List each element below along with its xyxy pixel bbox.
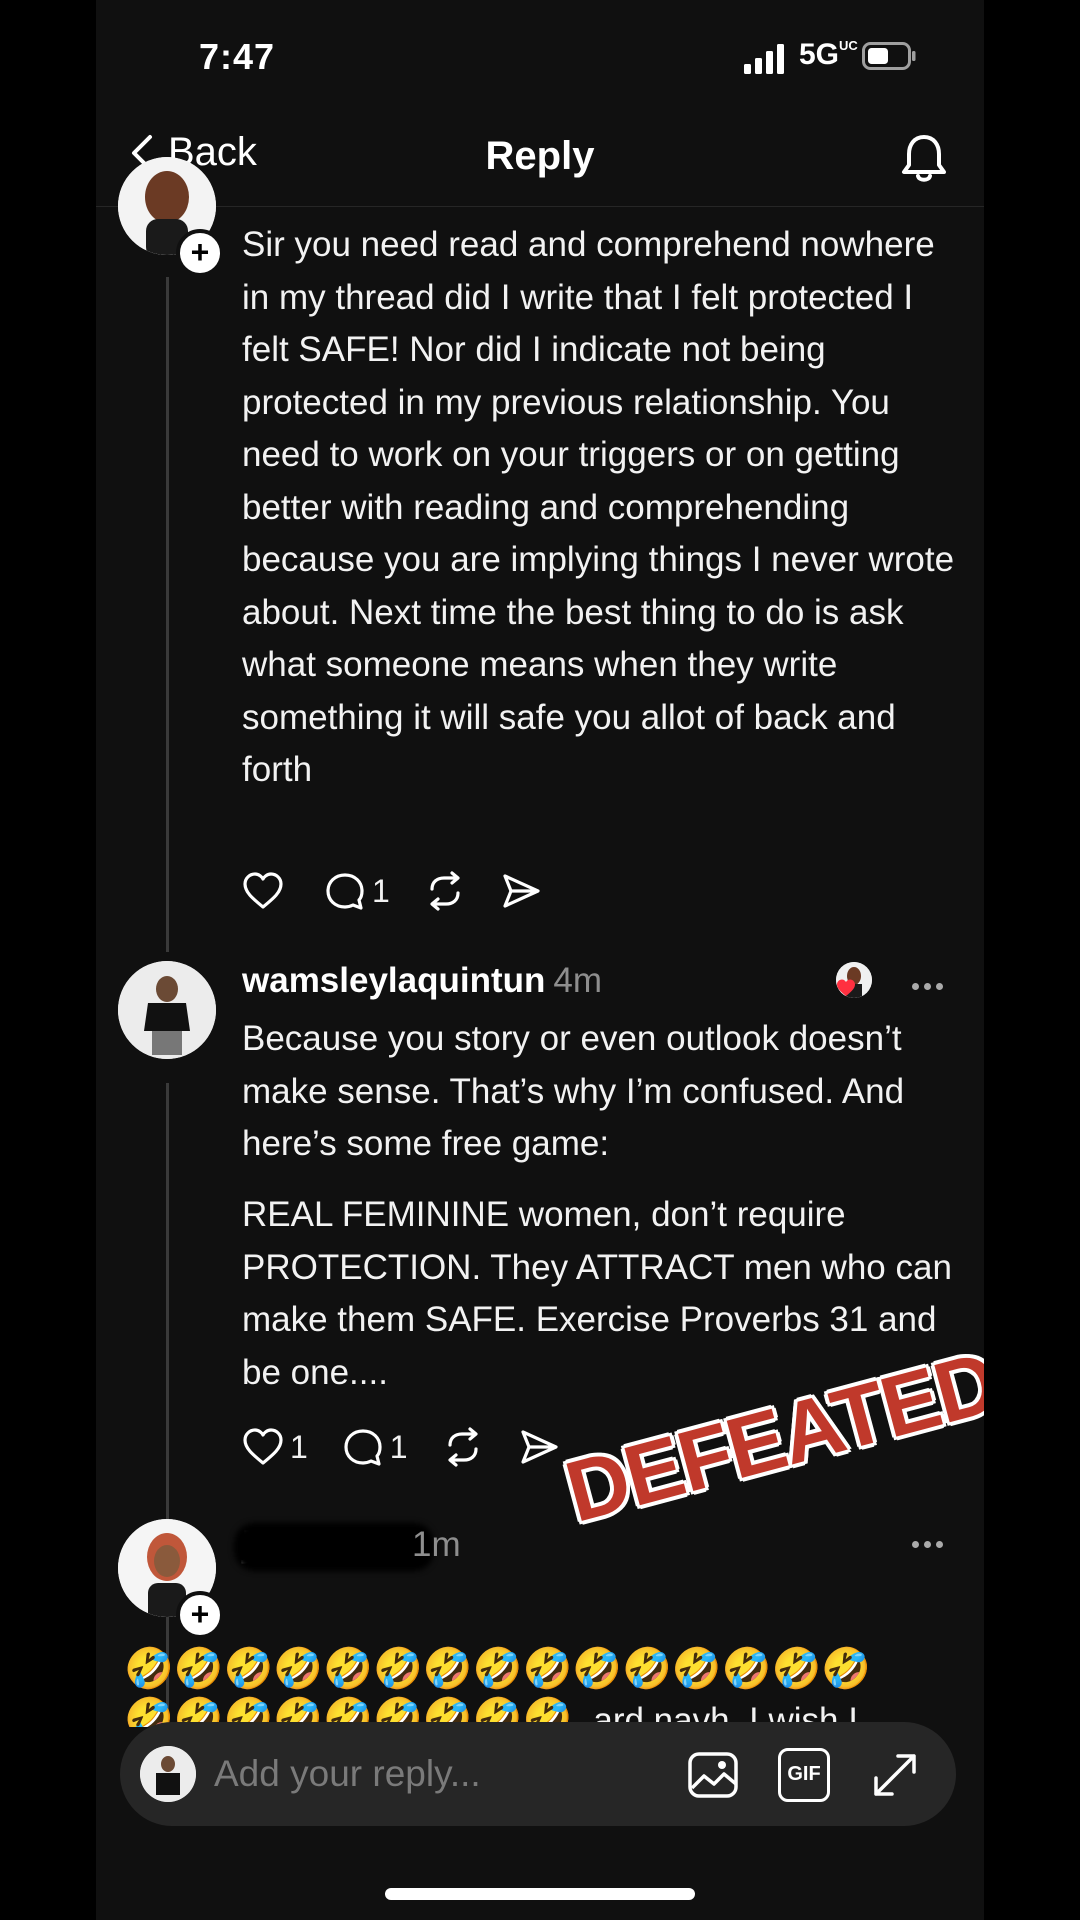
share-button[interactable] [518,1427,560,1467]
page-title: Reply [485,134,595,178]
phone-screen: 7:47 5GUC Back Reply + Sir you need read… [96,0,984,1920]
reply-composer: GIF [120,1722,956,1826]
network-label: 5G [799,38,840,71]
comment-text: Sir you need read and comprehend nowhere… [242,225,955,789]
emoji-line: 🤣🤣🤣🤣🤣🤣🤣🤣🤣🤣🤣🤣🤣🤣🤣 [124,1647,872,1691]
network-sup: UC [839,38,858,53]
comment-icon [344,1429,382,1466]
thread-content: + Sir you need read and comprehend nowhe… [96,157,984,1920]
home-indicator[interactable] [385,1888,695,1900]
thread-line [166,277,169,952]
reply-input[interactable] [212,1748,596,1800]
username[interactable]: wamsleylaquintun 4m [242,961,602,1001]
like-count: 1 [290,1428,308,1465]
bell-icon[interactable] [900,132,948,184]
more-icon-dot [924,983,931,990]
repost-icon [430,871,460,911]
avatar[interactable] [118,961,216,1059]
status-time: 7:47 [199,36,276,77]
more-icon [912,983,919,990]
repost-button[interactable] [424,871,466,911]
comment-icon [326,873,364,910]
like-button[interactable] [242,872,290,910]
heart-filled-icon [837,979,855,996]
gif-button[interactable]: GIF [778,1748,830,1802]
nav-bar: Back Reply [96,110,984,207]
follow-plus-button[interactable]: + [176,229,224,277]
avatar-image [140,1746,196,1802]
share-button[interactable] [500,871,542,911]
expand-icon[interactable] [868,1748,922,1802]
more-options-button[interactable] [912,977,948,990]
like-button[interactable]: 1 [242,1428,308,1466]
comment-button[interactable]: 1 [342,1427,408,1467]
avatar-image [118,961,216,1059]
redaction-mark [234,1523,434,1571]
share-icon [503,874,540,908]
avatar [140,1746,196,1802]
heart-icon [243,1428,283,1465]
image-icon[interactable] [686,1748,740,1802]
share-icon [520,1430,558,1464]
more-icon [912,1541,919,1548]
heart-icon [243,872,283,909]
comment-button[interactable]: 1 [324,871,390,911]
comment-text: Because you story or even outlook doesn’… [242,1019,905,1163]
comment-actions: 1 1 [242,1427,594,1467]
battery-icon [862,42,916,70]
more-icon-dot [936,983,943,990]
status-bar: 7:47 5GUC [96,0,984,110]
more-icon-dot [924,1541,931,1548]
timestamp: 4m [553,961,603,1000]
comment-actions: 1 [242,871,576,911]
more-icon-dot [936,1541,943,1548]
follow-plus-button[interactable]: + [176,1591,224,1639]
reply-count: 1 [372,872,390,909]
reply-count: 1 [389,1428,408,1465]
signal-icon [744,44,784,74]
network-indicator: 5GUC [799,38,858,72]
more-options-button[interactable] [912,1535,948,1548]
repost-icon [447,1427,478,1467]
repost-button[interactable] [442,1427,484,1467]
timestamp: 1m [412,1525,461,1564]
gif-icon: GIF [787,1763,821,1785]
username-text: wamsleylaquintun [242,961,546,1000]
